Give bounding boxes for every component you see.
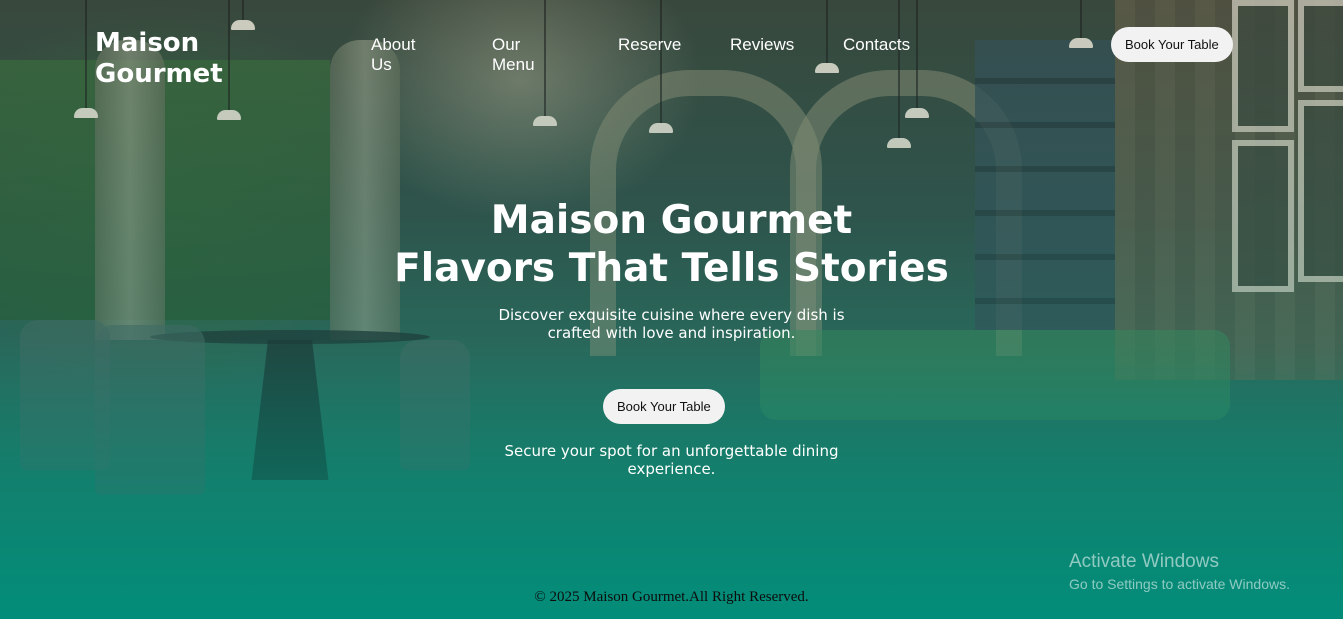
windows-activation-watermark: Activate Windows Go to Settings to activ… (1069, 551, 1290, 592)
watermark-title: Activate Windows (1069, 551, 1219, 572)
nav-link-our-menu[interactable]: Our Menu (492, 35, 535, 75)
header-book-table-button[interactable]: Book Your Table (1111, 27, 1233, 62)
nav-link-reviews[interactable]: Reviews (730, 35, 794, 55)
nav-link-about-us[interactable]: About Us (371, 35, 415, 75)
brand-name-line1: Maison (95, 28, 200, 58)
hero-note-line2: experience. (627, 460, 716, 478)
hero-subtitle: Discover exquisite cuisine where every d… (0, 306, 1343, 342)
hero-book-table-button[interactable]: Book Your Table (603, 389, 725, 424)
brand-name-line2: Gourmet (95, 59, 223, 89)
brand-logo[interactable]: Maison Gourmet (95, 28, 223, 90)
hero-note: Secure your spot for an unforgettable di… (0, 442, 1343, 478)
hero-subtitle-line2: crafted with love and inspiration. (547, 324, 796, 342)
hero-note-line1: Secure your spot for an unforgettable di… (504, 442, 839, 460)
watermark-subtitle: Go to Settings to activate Windows. (1069, 576, 1290, 592)
hero-title-line1: Maison Gourmet (490, 198, 853, 243)
nav-link-contacts[interactable]: Contacts (843, 35, 910, 55)
hero-subtitle-line1: Discover exquisite cuisine where every d… (498, 306, 845, 324)
nav-link-reserve[interactable]: Reserve (618, 35, 681, 55)
hero-title: Maison Gourmet Flavors That Tells Storie… (0, 197, 1343, 293)
hero-title-line2: Flavors That Tells Stories (394, 246, 949, 291)
